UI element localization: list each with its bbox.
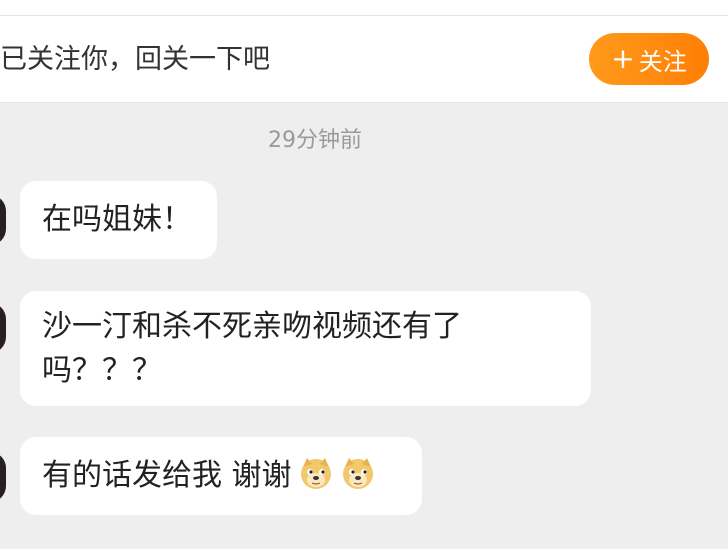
message-bubble[interactable]: 有的话发给我 谢谢 <box>20 437 422 515</box>
doge-emoji-icon <box>342 458 373 489</box>
message-timestamp: 29分钟前 <box>268 128 362 153</box>
plus-icon: + <box>611 42 635 75</box>
message-text: 沙一汀和杀不死亲吻视频还有了吗？？？ <box>42 309 462 388</box>
message-text: 在吗姐妹！ <box>42 202 192 237</box>
doge-emoji-icon <box>300 458 331 489</box>
follow-button[interactable]: + 关注 <box>589 33 709 85</box>
follow-prompt-text: 已关注你，回关一下吧 <box>0 44 270 75</box>
follow-button-label: 关注 <box>638 47 687 76</box>
sender-avatar[interactable] <box>0 195 6 245</box>
top-divider-strip <box>0 0 728 16</box>
message-text: 有的话发给我 谢谢 <box>42 458 292 493</box>
message-bubble[interactable]: 沙一汀和杀不死亲吻视频还有了吗？？？ <box>20 291 591 406</box>
follow-prompt-bar: 已关注你，回关一下吧 + 关注 <box>0 16 728 103</box>
message-bubble[interactable]: 在吗姐妹！ <box>20 181 217 259</box>
sender-avatar[interactable] <box>0 452 6 502</box>
sender-avatar[interactable] <box>0 303 6 353</box>
